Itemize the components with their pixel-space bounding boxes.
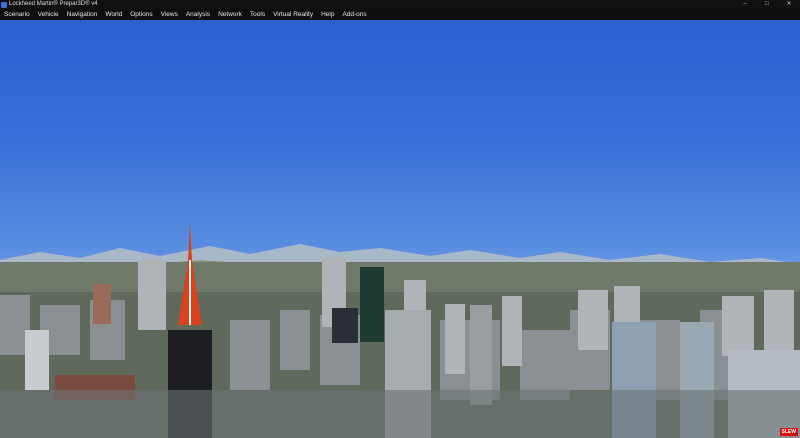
menu-options[interactable]: Options [126,9,156,20]
minimize-button[interactable]: – [734,0,756,9]
slew-mode-badge: SLEW [779,428,798,436]
menu-navigation[interactable]: Navigation [63,9,102,20]
menu-virtual-reality[interactable]: Virtual Reality [269,9,317,20]
title-bar: Lockheed Martin® Prepar3D® v4 – □ ✕ [0,0,800,9]
menu-world[interactable]: World [101,9,126,20]
menu-analysis[interactable]: Analysis [182,9,214,20]
menu-views[interactable]: Views [157,9,182,20]
window-title: Lockheed Martin® Prepar3D® v4 [9,1,98,7]
menu-network[interactable]: Network [214,9,246,20]
close-button[interactable]: ✕ [778,0,800,9]
menu-add-ons[interactable]: Add-ons [338,9,370,20]
menu-bar: Scenario Vehicle Navigation World Option… [0,9,800,20]
simulator-viewport[interactable]: SLEW [0,20,800,438]
menu-help[interactable]: Help [317,9,338,20]
city-skyline [0,222,800,438]
menu-scenario[interactable]: Scenario [0,9,34,20]
menu-vehicle[interactable]: Vehicle [34,9,63,20]
menu-tools[interactable]: Tools [246,9,269,20]
maximize-button[interactable]: □ [756,0,778,9]
app-icon [1,1,7,8]
